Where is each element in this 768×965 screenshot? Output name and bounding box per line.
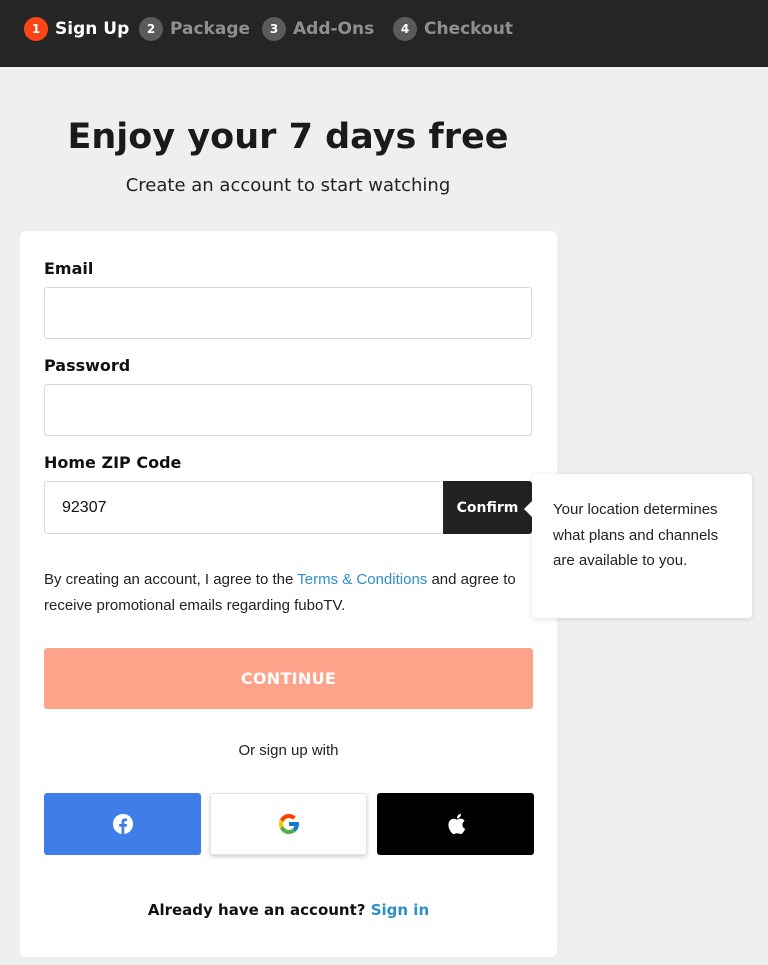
facebook-signup-button[interactable] [44, 793, 201, 855]
terms-text: By creating an account, I agree to the T… [44, 567, 524, 619]
password-field[interactable] [44, 384, 532, 436]
google-icon [278, 814, 299, 834]
confirm-zip-button[interactable]: Confirm [443, 481, 532, 534]
terms-prefix: By creating an account, I agree to the [44, 571, 298, 588]
step-package[interactable]: 2 Package [139, 17, 250, 41]
continue-button[interactable]: CONTINUE [44, 648, 533, 709]
facebook-icon [112, 813, 133, 835]
signin-prompt: Already have an account? Sign in [20, 901, 557, 919]
sign-in-link[interactable]: Sign in [371, 901, 429, 919]
google-signup-button[interactable] [210, 793, 367, 855]
page-title: Enjoy your 7 days free [67, 117, 509, 157]
email-field[interactable] [44, 287, 532, 339]
zip-code-field[interactable] [44, 481, 443, 534]
signup-card: Email Password Home ZIP Code Confirm By … [20, 231, 557, 957]
step-sign-up[interactable]: 1 Sign Up [24, 17, 129, 41]
progress-stepper: 1 Sign Up 2 Package 3 Add-Ons 4 Checkout [0, 0, 768, 67]
step-add-ons[interactable]: 3 Add-Ons [262, 17, 374, 41]
step-number: 1 [24, 17, 48, 41]
step-number: 3 [262, 17, 286, 41]
step-checkout[interactable]: 4 Checkout [393, 17, 513, 41]
step-label: Package [170, 19, 251, 39]
apple-icon [447, 813, 465, 835]
tooltip-arrow [524, 501, 532, 517]
step-label: Sign Up [55, 19, 130, 39]
password-label: Password [44, 356, 131, 375]
location-tooltip: Your location determines what plans and … [524, 474, 752, 618]
zip-label: Home ZIP Code [44, 453, 182, 472]
apple-signup-button[interactable] [377, 793, 534, 855]
step-number: 4 [393, 17, 417, 41]
step-number: 2 [139, 17, 163, 41]
email-label: Email [44, 259, 94, 278]
step-label: Checkout [424, 19, 513, 39]
terms-conditions-link[interactable]: Terms & Conditions [297, 571, 427, 588]
signin-prompt-text: Already have an account? [147, 901, 366, 919]
step-label: Add-Ons [293, 19, 375, 39]
page-subtitle: Create an account to start watching [125, 175, 451, 196]
alt-signup-text: Or sign up with [238, 742, 339, 759]
tooltip-text: Your location determines what plans and … [553, 501, 719, 569]
